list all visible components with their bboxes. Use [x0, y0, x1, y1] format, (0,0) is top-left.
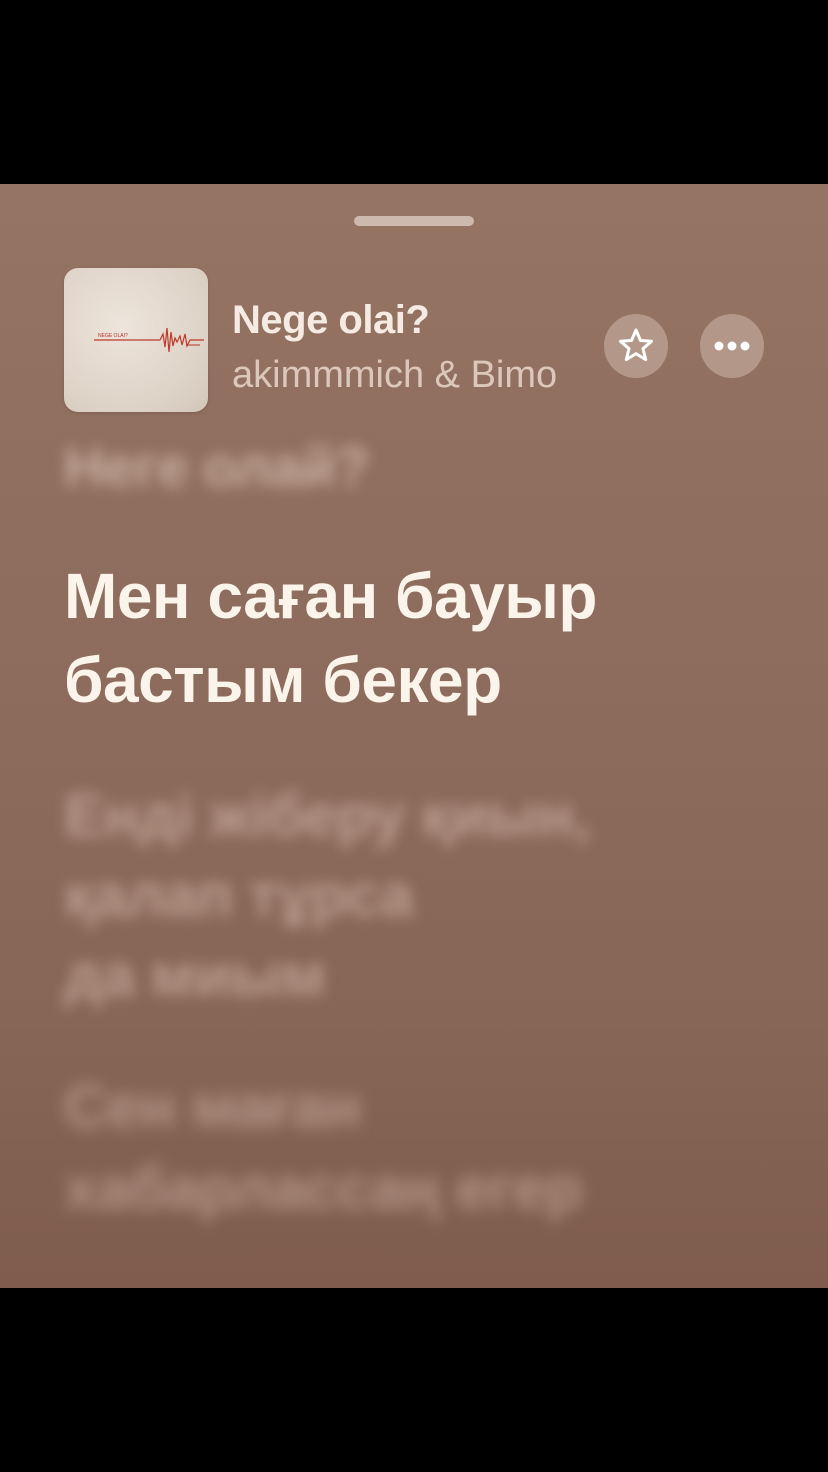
- lyric-line-upcoming[interactable]: Енді жіберу қиын, қалап тұрса да миым: [64, 776, 590, 1016]
- lyric-line-upcoming[interactable]: Сен маған хабарлассаң егер: [64, 1066, 582, 1230]
- lyric-text: да миым: [64, 942, 326, 1009]
- ellipsis-icon: [714, 341, 750, 351]
- lyric-text: Енді жіберу қиын,: [64, 782, 590, 849]
- lyric-text: хабарлассаң егер: [64, 1155, 582, 1222]
- album-artwork[interactable]: NEGE OLAI?: [64, 268, 208, 412]
- lyric-text: қалап тұрса: [64, 862, 414, 929]
- track-title[interactable]: Nege olai?: [232, 298, 430, 343]
- sheet-grabber-handle[interactable]: [354, 216, 474, 226]
- lyric-text: Неге олай?: [64, 435, 369, 498]
- lyric-text: Мен саған бауыр: [64, 560, 597, 632]
- artwork-waveform-graphic: NEGE OLAI?: [94, 327, 204, 353]
- lyric-line-previous[interactable]: Неге олай?: [64, 438, 369, 496]
- lyric-text: Сен маған: [64, 1073, 361, 1140]
- lyric-text: бастым бекер: [64, 644, 502, 716]
- more-options-button[interactable]: [700, 314, 764, 378]
- lyrics-screen: NEGE OLAI? Nege olai? akimmmich & Bimo Н…: [0, 184, 828, 1288]
- track-artist[interactable]: akimmmich & Bimo: [232, 354, 594, 397]
- svg-text:NEGE OLAI?: NEGE OLAI?: [98, 333, 128, 339]
- favorite-button[interactable]: [604, 314, 668, 378]
- lyric-line-current[interactable]: Мен саған бауыр бастым бекер: [64, 554, 597, 722]
- star-outline-icon: [619, 328, 653, 362]
